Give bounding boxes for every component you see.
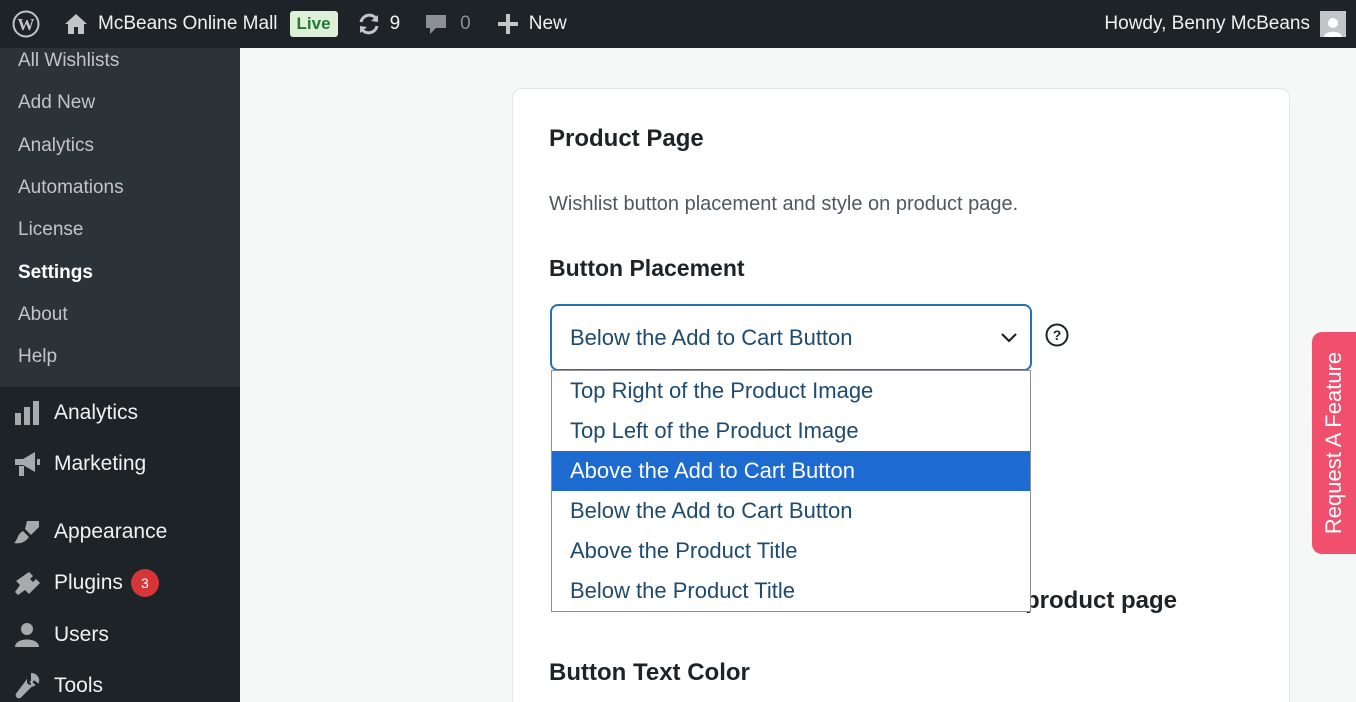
section-title: Product Page	[549, 125, 704, 152]
menu-label: Plugins	[54, 571, 123, 594]
help-icon[interactable]: ?	[1045, 323, 1069, 347]
menu-plugins[interactable]: Plugins 3	[0, 561, 240, 605]
svg-text:?: ?	[1053, 327, 1062, 343]
request-feature-label: Request A Feature	[1321, 351, 1347, 535]
plugins-update-badge: 3	[130, 569, 159, 597]
wishlist-submenu: All Wishlists Add New Analytics Automati…	[0, 48, 240, 387]
wordpress-logo-icon[interactable]: W	[0, 0, 52, 48]
howdy-text: Howdy, Benny McBeans	[1104, 13, 1310, 34]
dropdown-option[interactable]: Top Left of the Product Image	[552, 411, 1030, 451]
updates-link[interactable]: 9	[350, 0, 407, 48]
site-name-link[interactable]: McBeans Online Mall Live	[52, 0, 338, 48]
submenu-automations[interactable]: Automations	[18, 177, 124, 199]
button-text-color-label: Button Text Color	[549, 659, 750, 686]
my-account-link[interactable]: Howdy, Benny McBeans	[1104, 0, 1356, 48]
submenu-settings[interactable]: Settings	[18, 262, 93, 284]
refresh-icon	[359, 13, 379, 35]
button-placement-select[interactable]: Below the Add to Cart Button	[550, 304, 1032, 371]
wrench-icon	[13, 672, 41, 700]
menu-label: Appearance	[54, 520, 168, 543]
admin-sidebar: All Wishlists Add New Analytics Automati…	[0, 48, 240, 702]
dropdown-option[interactable]: Below the Product Title	[552, 571, 1030, 611]
svg-text:W: W	[18, 15, 35, 34]
updates-count: 9	[389, 13, 401, 34]
menu-analytics[interactable]: Analytics	[0, 391, 240, 435]
submenu-all-wishlists[interactable]: All Wishlists	[18, 50, 119, 72]
paintbrush-icon	[13, 518, 41, 546]
avatar	[1320, 11, 1346, 37]
dropdown-option[interactable]: Top Right of the Product Image	[552, 371, 1030, 411]
menu-appearance[interactable]: Appearance	[0, 510, 240, 554]
bar-chart-icon	[13, 399, 41, 427]
partially-hidden-heading: product page	[1025, 587, 1178, 614]
select-value: Below the Add to Cart Button	[570, 324, 853, 350]
chevron-down-icon	[1001, 332, 1017, 343]
placement-dropdown-list: Top Right of the Product Image Top Left …	[551, 370, 1031, 612]
plugin-icon	[13, 569, 41, 597]
new-label: New	[528, 13, 567, 34]
new-content-link[interactable]: New	[497, 0, 567, 48]
dropdown-option-highlighted[interactable]: Above the Add to Cart Button	[552, 451, 1030, 491]
menu-label: Analytics	[54, 401, 139, 424]
megaphone-icon	[13, 450, 41, 478]
comments-count: 0	[460, 13, 471, 34]
menu-users[interactable]: Users	[0, 613, 240, 657]
dropdown-option[interactable]: Below the Add to Cart Button	[552, 491, 1030, 531]
submenu-license[interactable]: License	[18, 219, 84, 241]
section-description: Wishlist button placement and style on p…	[549, 193, 1019, 215]
live-badge: Live	[289, 11, 338, 37]
dropdown-option[interactable]: Above the Product Title	[552, 531, 1030, 571]
menu-label: Marketing	[54, 452, 147, 475]
home-icon	[65, 14, 87, 34]
request-feature-tab[interactable]: Request A Feature	[1312, 332, 1356, 554]
site-name: McBeans Online Mall	[98, 13, 278, 34]
menu-marketing[interactable]: Marketing	[0, 442, 240, 486]
menu-tools[interactable]: Tools	[0, 664, 240, 702]
submenu-add-new[interactable]: Add New	[18, 92, 95, 114]
admin-bar: W McBeans Online Mall Live 9 0 New Howdy…	[0, 0, 1356, 48]
comments-link[interactable]: 0	[424, 0, 471, 48]
button-placement-label: Button Placement	[549, 255, 745, 281]
users-icon	[13, 621, 41, 649]
menu-label: Users	[54, 623, 109, 646]
comment-icon	[426, 15, 447, 34]
plus-icon	[497, 14, 518, 34]
menu-label: Tools	[54, 674, 104, 697]
submenu-about[interactable]: About	[18, 304, 68, 326]
submenu-analytics[interactable]: Analytics	[18, 135, 94, 157]
submenu-help[interactable]: Help	[18, 346, 57, 368]
